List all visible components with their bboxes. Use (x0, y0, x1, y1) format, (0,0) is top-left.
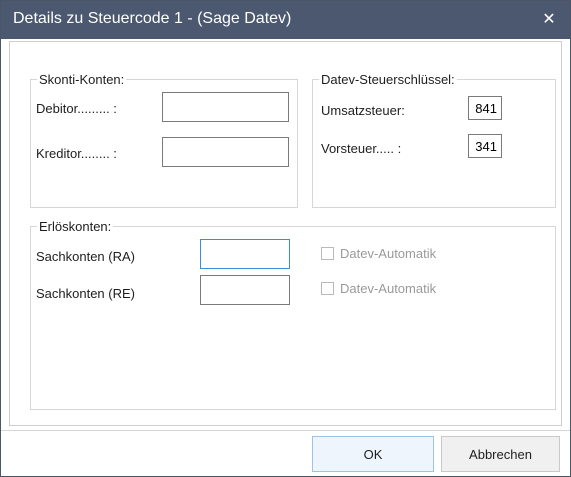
dialog-content: Skonti-Konten: Debitor......... : Kredit… (9, 41, 562, 426)
umsatzsteuer-input[interactable] (468, 96, 502, 120)
datev-automatik-re-label: Datev-Automatik (340, 281, 437, 296)
skonti-konten-legend: Skonti-Konten: (37, 72, 127, 87)
kreditor-input[interactable] (162, 137, 289, 167)
vorsteuer-input[interactable] (468, 134, 502, 158)
vorsteuer-label: Vorsteuer..... : (321, 141, 402, 156)
datev-automatik-re-checkbox[interactable]: Datev-Automatik (321, 281, 436, 296)
debitor-label: Debitor......... : (36, 101, 117, 116)
sachkonten-ra-label: Sachkonten (RA) (36, 249, 135, 264)
checkbox-box-icon[interactable] (321, 247, 334, 260)
datev-automatik-ra-label: Datev-Automatik (340, 246, 437, 261)
datev-steuerschluessel-group: Datev-Steuerschlüssel: Umsatzsteuer: Vor… (312, 72, 556, 208)
sachkonten-ra-input[interactable] (200, 239, 290, 269)
sachkonten-re-label: Sachkonten (RE) (36, 286, 135, 301)
umsatzsteuer-label: Umsatzsteuer: (321, 103, 405, 118)
cancel-button[interactable]: Abbrechen (441, 436, 560, 472)
ok-button[interactable]: OK (312, 436, 434, 472)
datev-steuerschluessel-legend: Datev-Steuerschlüssel: (319, 72, 457, 87)
erloeskonten-group: Erlöskonten: Sachkonten (RA) Sachkonten … (30, 219, 556, 410)
datev-automatik-ra-checkbox[interactable]: Datev-Automatik (321, 246, 436, 261)
erloeskonten-legend: Erlöskonten: (37, 219, 114, 234)
kreditor-label: Kreditor........ : (36, 146, 117, 161)
footer-separator (1, 430, 570, 431)
checkbox-box-icon[interactable] (321, 282, 334, 295)
window-title: Details zu Steuercode 1 - (Sage Datev) (13, 10, 292, 27)
debitor-input[interactable] (162, 92, 289, 122)
sachkonten-re-input[interactable] (200, 275, 290, 305)
title-bar[interactable]: Details zu Steuercode 1 - (Sage Datev) ✕ (1, 1, 570, 39)
close-button[interactable]: ✕ (528, 1, 570, 39)
skonti-konten-group: Skonti-Konten: Debitor......... : Kredit… (30, 72, 298, 208)
dialog-window: Details zu Steuercode 1 - (Sage Datev) ✕… (0, 0, 571, 477)
